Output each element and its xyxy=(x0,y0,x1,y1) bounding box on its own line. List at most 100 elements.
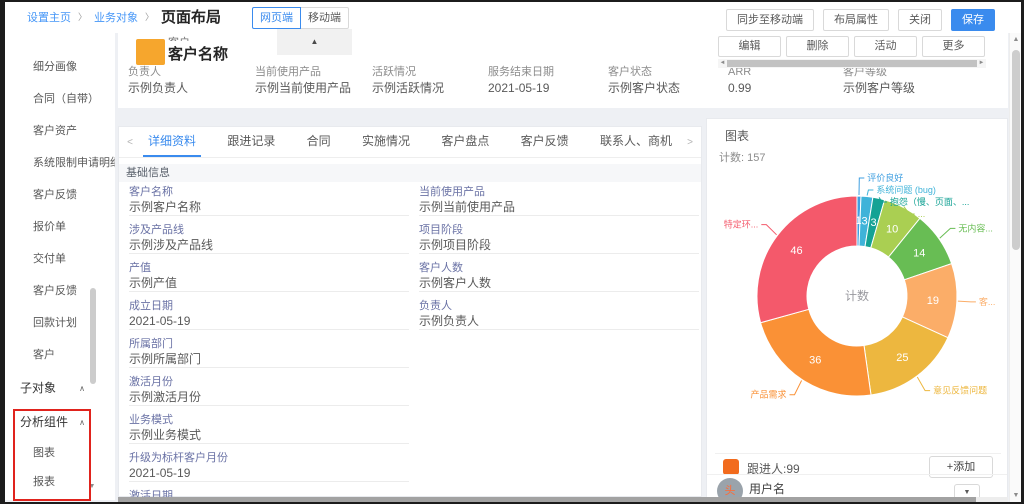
field-label: 业务模式 xyxy=(129,414,409,427)
field-label: 所属部门 xyxy=(129,338,409,351)
record-title: 客户名称 xyxy=(168,43,228,64)
donut-segment-7[interactable] xyxy=(761,309,871,396)
frame-edge xyxy=(0,0,5,504)
horizontal-scrollbar-thumb[interactable] xyxy=(727,60,977,67)
record-field: 当前使用产品示例当前使用产品 xyxy=(255,66,351,97)
form-field: 项目阶段示例项目阶段 xyxy=(419,224,699,258)
detail-tab[interactable]: 客户盘点 xyxy=(436,127,494,157)
divider xyxy=(707,474,1008,475)
field-value: 2021-05-19 xyxy=(129,313,409,330)
segment-value-label: 14 xyxy=(913,247,925,259)
collapse-icon: ∧ xyxy=(79,372,85,406)
sidebar-item[interactable]: 交付单 xyxy=(5,243,115,275)
callout-line xyxy=(859,178,864,195)
record-action-button[interactable]: 删除 xyxy=(786,36,849,57)
topbar-action-button[interactable]: 布局属性 xyxy=(823,9,889,31)
field-label: 成立日期 xyxy=(129,300,409,313)
scroll-right-icon[interactable]: ► xyxy=(977,59,986,68)
record-action-button[interactable]: 更多 xyxy=(922,36,985,57)
detail-tab[interactable]: 客户反馈 xyxy=(516,127,574,157)
field-value: 示例客户等级 xyxy=(843,80,915,97)
scroll-down-icon[interactable]: ▼ xyxy=(85,483,99,490)
chart-panel: 图表 计数: 157 133101419253646评价良好系统问题 (bug)… xyxy=(706,118,1008,504)
form-field: 客户人数示例客户人数 xyxy=(419,262,699,296)
field-label: 客户状态 xyxy=(608,66,680,79)
sidebar-item[interactable]: 系统限制申请明细 xyxy=(5,147,115,179)
form-field: 产值示例产值 xyxy=(129,262,409,296)
record-action-button[interactable]: 编辑 xyxy=(718,36,781,57)
record-field: ARR0.99 xyxy=(728,66,751,97)
field-value: 示例客户名称 xyxy=(129,199,409,216)
field-value: 示例所属部门 xyxy=(129,351,409,368)
sidebar-item[interactable]: 客户 xyxy=(5,339,115,371)
record-field: 负责人示例负责人 xyxy=(128,66,188,97)
donut-center-label: 计数 xyxy=(845,288,869,303)
sidebar-section[interactable]: 分析组件∧ xyxy=(5,405,115,439)
field-label: 活跃情况 xyxy=(372,66,444,79)
sidebar-item[interactable]: 细分画像 xyxy=(5,51,115,83)
detail-tab[interactable]: 联系人、商机 xyxy=(595,127,677,157)
segment-callout-label: 评价良好 xyxy=(867,172,903,183)
segment-callout-label: 客... xyxy=(979,296,996,307)
sidebar-item[interactable]: 合同（自带） xyxy=(5,83,115,115)
scroll-left-icon[interactable]: ◄ xyxy=(718,59,727,68)
form-col-right: 当前使用产品示例当前使用产品项目阶段示例项目阶段客户人数示例客户人数负责人示例负… xyxy=(419,182,699,334)
topbar-action-button[interactable]: 关闭 xyxy=(898,9,942,31)
tab-next-icon[interactable]: > xyxy=(683,137,697,148)
field-label: 激活月份 xyxy=(129,376,409,389)
detail-tab[interactable]: 实施情况 xyxy=(357,127,415,157)
field-value: 示例当前使用产品 xyxy=(255,80,351,97)
chevron-up-icon: ▲ xyxy=(311,37,319,46)
segment-callout-label: 系统问题 (bug) xyxy=(876,184,936,195)
record-field: 客户等级示例客户等级 xyxy=(843,66,915,97)
breadcrumb-separator: 〉 xyxy=(78,10,87,23)
save-button[interactable]: 保存 xyxy=(951,9,995,31)
segment-callout-label: 无内容... xyxy=(958,222,993,233)
field-value: 示例涉及产品线 xyxy=(129,237,409,254)
detail-tab[interactable]: 详细资料 xyxy=(143,127,201,157)
field-label: 服务结束日期 xyxy=(488,66,554,79)
breadcrumb-item[interactable]: 业务对象 xyxy=(94,9,138,25)
view-tab[interactable]: 移动端 xyxy=(300,7,349,29)
segment-value-label: 19 xyxy=(927,295,939,307)
sidebar-section[interactable]: 子对象∧ xyxy=(5,371,115,405)
sidebar: 细分画像合同（自带）客户资产系统限制申请明细客户反馈报价单交付单客户反馈回款计划… xyxy=(5,33,115,500)
topbar-action-button[interactable]: 同步至移动端 xyxy=(726,9,814,31)
field-value: 2021-05-19 xyxy=(488,80,554,97)
detail-tabbar: < 详细资料跟进记录合同实施情况客户盘点客户反馈联系人、商机 > xyxy=(119,127,701,158)
vertical-scrollbar-thumb[interactable] xyxy=(1012,50,1020,250)
detail-tab[interactable]: 跟进记录 xyxy=(222,127,280,157)
donut-chart: 133101419253646评价良好系统问题 (bug)抱怨（慢、页面、...… xyxy=(707,161,1007,451)
field-label: 当前使用产品 xyxy=(255,66,351,79)
form-col-left: 客户名称示例客户名称涉及产品线示例涉及产品线产值示例产值成立日期2021-05-… xyxy=(129,182,409,504)
detail-tab[interactable]: 合同 xyxy=(302,127,336,157)
field-value: 2021-05-19 xyxy=(129,465,409,482)
sidebar-item[interactable]: 回款计划 xyxy=(5,307,115,339)
record-header-card: 客户 客户名称 负责人示例负责人当前使用产品示例当前使用产品活跃情况示例活跃情况… xyxy=(118,33,1008,108)
user-name: 用户名 xyxy=(749,480,785,497)
sidebar-item[interactable]: 报价单 xyxy=(5,211,115,243)
sidebar-scrollbar-thumb[interactable] xyxy=(90,288,96,384)
record-action-button[interactable]: 活动 xyxy=(854,36,917,57)
tab-prev-icon[interactable]: < xyxy=(123,137,137,148)
view-tab[interactable]: 网页端 xyxy=(252,7,301,29)
section-title: 基础信息 xyxy=(119,164,701,182)
chart-title: 图表 xyxy=(725,127,749,144)
detail-tab-list: 详细资料跟进记录合同实施情况客户盘点客户反馈联系人、商机 xyxy=(137,127,683,157)
breadcrumb-item[interactable]: 设置主页 xyxy=(27,9,71,25)
sidebar-item[interactable]: 图表 xyxy=(5,439,115,468)
sidebar-item[interactable]: 客户反馈 xyxy=(5,179,115,211)
topbar-actions: 同步至移动端布局属性关闭保存 xyxy=(726,9,995,31)
sidebar-item[interactable]: 客户资产 xyxy=(5,115,115,147)
segment-callout-label: ... xyxy=(918,209,926,219)
panel-scroll-up-button[interactable]: ▲ xyxy=(277,29,352,55)
donut-segment-8[interactable] xyxy=(757,196,857,323)
segment-value-label: 46 xyxy=(790,245,802,257)
record-avatar xyxy=(136,39,165,65)
field-label: 负责人 xyxy=(128,66,188,79)
sidebar-item[interactable]: 客户反馈 xyxy=(5,275,115,307)
topbar: 设置主页〉业务对象〉页面布局 网页端移动端 同步至移动端布局属性关闭保存 xyxy=(0,0,1024,33)
segment-callout-label: 特定环... xyxy=(724,219,759,230)
sidebar-section-label: 分析组件 xyxy=(20,415,68,429)
form-field: 负责人示例负责人 xyxy=(419,300,699,334)
